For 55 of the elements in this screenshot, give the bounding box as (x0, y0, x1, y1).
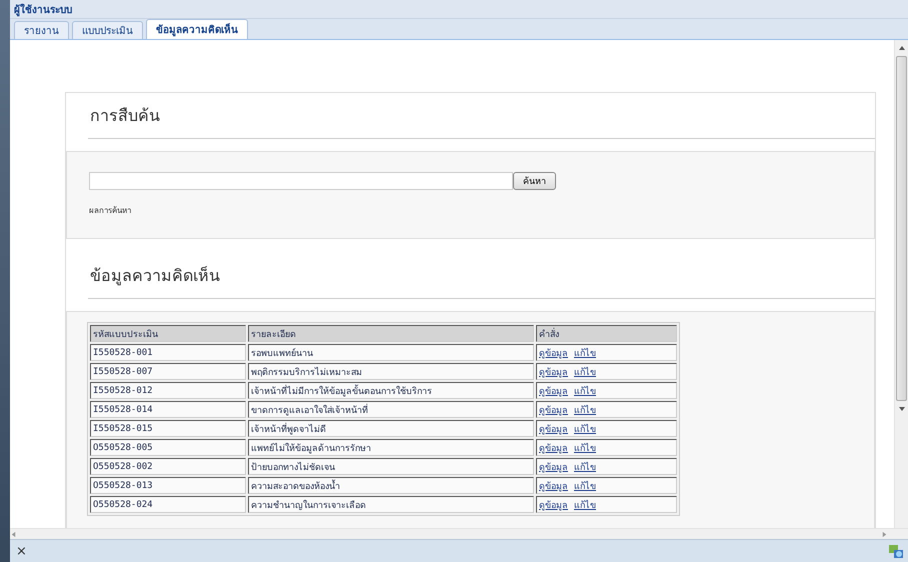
table-cell: ความสะอาดของห้องน้ำ (248, 477, 534, 494)
action-link[interactable]: แก้ไข (574, 482, 596, 492)
table-cell: I550528-014 (90, 401, 246, 418)
table-cell: เจ้าหน้าที่พูดจาไม่ดี (248, 420, 534, 437)
column-header: รหัสแบบประเมิน (90, 325, 246, 342)
table-cell: ป้ายบอกทางไม่ชัดเจน (248, 458, 534, 475)
action-link[interactable]: แก้ไข (574, 462, 596, 472)
section-heading: ข้อมูลความคิดเห็น (90, 265, 221, 288)
action-link[interactable]: แก้ไข (574, 500, 596, 510)
action-link[interactable]: แก้ไข (574, 368, 596, 378)
action-link[interactable]: แก้ไข (574, 406, 596, 416)
table-cell: เจ้าหน้าที่ไม่มีการให้ข้อมูลขั้นตอนการใช้บริการ (248, 382, 534, 399)
search-button[interactable]: ค้นหา (513, 172, 556, 190)
action-link[interactable]: แก้ไข (574, 424, 596, 434)
table-cell: ขาดการดูแลเอาใจใส่เจ้าหน้าที่ (248, 401, 534, 418)
table-cell: O550528-002 (90, 458, 246, 475)
column-header: รายละเอียด (248, 325, 534, 342)
section-heading: การสืบค้น (90, 105, 161, 127)
table-cell: I550528-001 (90, 344, 246, 361)
action-link[interactable]: แก้ไข (574, 386, 596, 396)
action-link[interactable]: แก้ไข (574, 444, 596, 454)
action-link[interactable]: แก้ไข (574, 348, 596, 358)
tab[interactable]: ข้อมูลความคิดเห็น (146, 19, 248, 39)
table-cell: O550528-013 (90, 477, 246, 494)
table-cell: พฤติกรรมบริการไม่เหมาะสม (248, 363, 534, 380)
search-field[interactable] (89, 172, 513, 190)
network-icon (888, 543, 904, 559)
action-link[interactable]: ดูข้อมูล (539, 406, 568, 416)
horizontal-scrollbar[interactable] (10, 528, 908, 539)
table-cell: O550528-005 (90, 439, 246, 456)
table-cell: I550528-007 (90, 363, 246, 380)
tab[interactable]: รายงาน (14, 21, 69, 39)
scroll-down-icon[interactable] (898, 405, 906, 413)
action-link[interactable]: ดูข้อมูล (539, 386, 568, 396)
action-link[interactable]: ดูข้อมูล (539, 482, 568, 492)
action-link[interactable]: ดูข้อมูล (539, 444, 568, 454)
action-link[interactable]: ดูข้อมูล (539, 348, 568, 358)
action-link[interactable]: ดูข้อมูล (539, 500, 568, 510)
result-label: ผลการค้นหา (89, 205, 132, 217)
table-cell: I550528-015 (90, 420, 246, 437)
window-title: ผู้ใช้งานระบบ (14, 2, 72, 16)
table-cell: แพทย์ไม่ให้ข้อมูลด้านการรักษา (248, 439, 534, 456)
action-link[interactable]: ดูข้อมูล (539, 368, 568, 378)
close-button[interactable]: × (14, 544, 29, 558)
action-link[interactable]: ดูข้อมูล (539, 462, 568, 472)
action-link[interactable]: ดูข้อมูล (539, 424, 568, 434)
table-cell: I550528-012 (90, 382, 246, 399)
scroll-thumb[interactable] (896, 56, 907, 401)
table-cell: รอพบแพทย์นาน (248, 344, 534, 361)
column-header: คำสั่ง (536, 325, 677, 342)
table-cell: O550528-024 (90, 496, 246, 513)
scroll-up-icon[interactable] (898, 44, 906, 52)
vertical-scrollbar[interactable] (894, 40, 908, 528)
table-cell: ความชำนาญในการเจาะเลือด (248, 496, 534, 513)
tab[interactable]: แบบประเมิน (72, 21, 143, 39)
